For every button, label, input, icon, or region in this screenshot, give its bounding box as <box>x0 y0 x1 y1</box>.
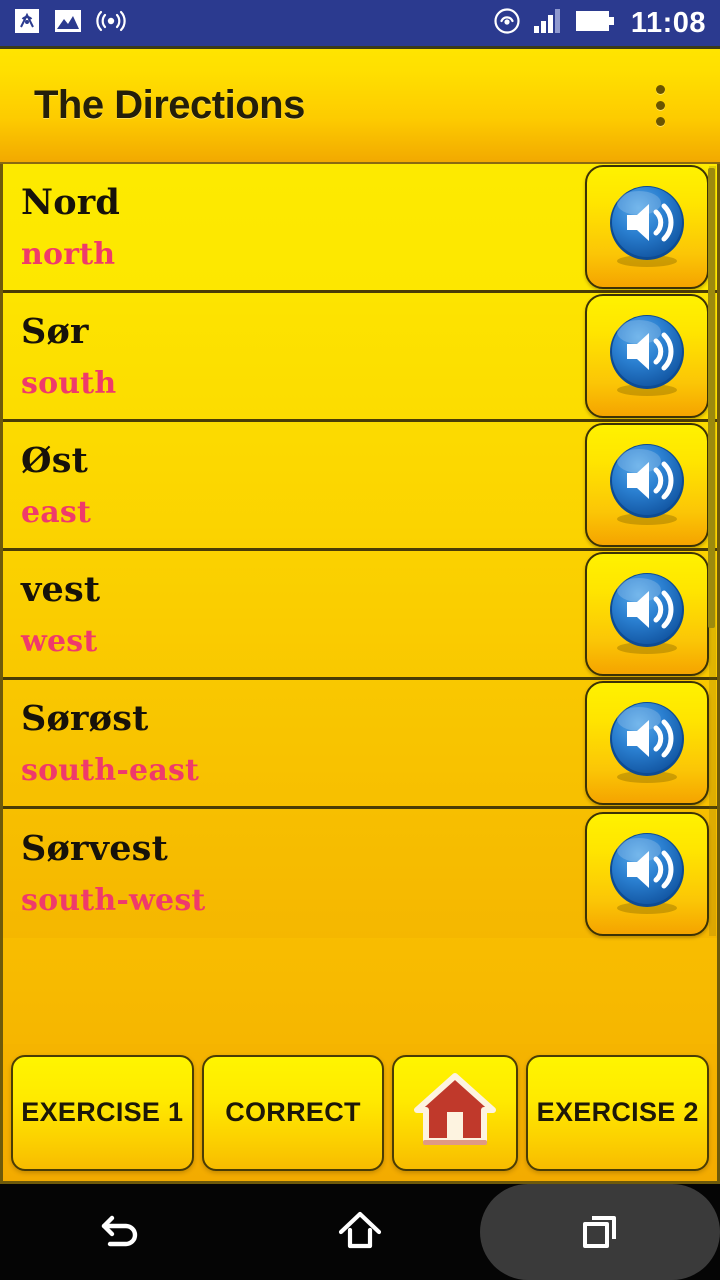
correct-label: CORRECT <box>225 1097 361 1127</box>
word-native: Sørvest <box>21 828 168 869</box>
status-bar-right-icons: 11:08 <box>493 7 706 40</box>
word-row[interactable]: Nord north <box>3 164 717 293</box>
battery-full-icon <box>575 9 615 38</box>
word-row-texts: Nord north <box>21 185 577 270</box>
speaker-icon <box>610 315 684 396</box>
home-button[interactable] <box>392 1054 519 1171</box>
broadcast-icon <box>96 9 126 38</box>
word-native: Øst <box>21 439 88 481</box>
word-translation: south-west <box>21 883 206 918</box>
directions-list[interactable]: Nord north Sør south Øst east vest west … <box>0 164 720 1044</box>
word-row-texts: Sørvest south-west <box>21 831 577 916</box>
bottom-button-bar: EXERCISE 1 CORRECT EXERCISE 2 <box>0 1044 720 1184</box>
correct-button[interactable]: CORRECT <box>201 1054 385 1171</box>
exercise-2-button[interactable]: EXERCISE 2 <box>526 1054 710 1171</box>
play-audio-button[interactable] <box>585 811 709 936</box>
page-title: The Directions <box>34 83 305 127</box>
overflow-dot-1 <box>655 85 665 94</box>
speaker-icon <box>610 186 684 267</box>
word-row[interactable]: Sørvest south-west <box>3 809 717 938</box>
word-row[interactable]: vest west <box>3 551 717 680</box>
overflow-dot-3 <box>655 117 665 126</box>
exercise-2-label: EXERCISE 2 <box>536 1097 699 1127</box>
home-icon <box>334 1204 386 1261</box>
overflow-menu-button[interactable] <box>638 71 682 141</box>
word-native: Sør <box>21 310 89 352</box>
house-icon <box>412 1070 498 1155</box>
word-native: Nord <box>21 181 121 223</box>
app-screen: 11:08 The Directions Nord north Sør sout… <box>0 0 720 1280</box>
word-row[interactable]: Sørøst south-east <box>3 680 717 809</box>
signal-bars-icon <box>533 8 563 39</box>
nav-recents-button[interactable] <box>480 1184 720 1280</box>
status-bar: 11:08 <box>0 0 720 46</box>
word-translation: south-east <box>21 752 200 788</box>
word-translation: south <box>21 365 117 401</box>
status-bar-clock: 11:08 <box>630 6 706 39</box>
word-row-texts: Sør south <box>21 314 577 399</box>
word-row-texts: Sørøst south-east <box>21 701 577 786</box>
play-audio-button[interactable] <box>585 165 709 289</box>
recents-icon <box>574 1204 626 1261</box>
word-row-texts: vest west <box>21 572 577 657</box>
list-scrollbar-track[interactable] <box>708 166 716 936</box>
exercise-1-label: EXERCISE 1 <box>21 1097 184 1127</box>
play-audio-button[interactable] <box>585 552 709 676</box>
word-list: Nord north Sør south Øst east vest west … <box>3 164 717 938</box>
speaker-icon <box>610 832 684 914</box>
nav-home-button[interactable] <box>240 1184 480 1280</box>
nav-back-button[interactable] <box>0 1184 240 1280</box>
hotspot-icon <box>14 8 40 39</box>
android-nav-bar <box>0 1184 720 1280</box>
word-native: Sørøst <box>21 697 149 739</box>
speaker-icon <box>610 444 684 525</box>
overflow-dot-2 <box>655 101 665 110</box>
list-scrollbar-thumb[interactable] <box>708 168 715 628</box>
back-icon <box>94 1204 146 1261</box>
word-translation: east <box>21 494 92 530</box>
exercise-1-button[interactable]: EXERCISE 1 <box>11 1054 194 1171</box>
speaker-icon <box>610 702 684 783</box>
word-translation: north <box>21 236 116 272</box>
word-row[interactable]: Sør south <box>3 293 717 422</box>
word-translation: west <box>21 623 98 659</box>
wifi-circle-icon <box>493 7 521 40</box>
app-bar: The Directions <box>0 46 720 164</box>
speaker-icon <box>610 573 684 654</box>
play-audio-button[interactable] <box>585 294 709 418</box>
word-native: vest <box>21 568 101 610</box>
status-bar-left-icons <box>14 8 126 39</box>
word-row-texts: Øst east <box>21 443 577 528</box>
image-icon <box>54 9 82 38</box>
play-audio-button[interactable] <box>585 423 709 547</box>
play-audio-button[interactable] <box>585 681 709 805</box>
word-row[interactable]: Øst east <box>3 422 717 551</box>
